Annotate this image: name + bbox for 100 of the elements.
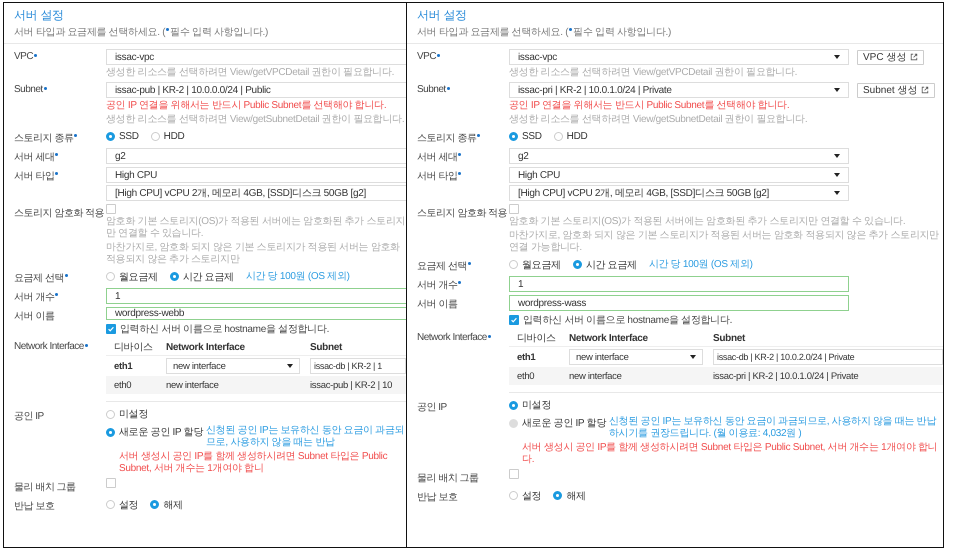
- field-label: 요금제 선택: [14, 272, 64, 285]
- field-label: 스토리지 암호화 적용: [14, 207, 104, 220]
- dropdown[interactable]: g2: [509, 148, 849, 164]
- price-note: 시간 당 100원 (OS 제외): [648, 258, 753, 270]
- warning-text: 서버 생성시 공인 IP를 함께 생성하시려면 Subnet 타입은 Public Subnet, 서버 개수는 1개여야 합니: [118, 451, 388, 475]
- create-button[interactable]: VPC 생성: [857, 50, 924, 64]
- field-label: Network Interface: [14, 341, 84, 352]
- radio-option[interactable]: 월요금제: [509, 258, 561, 272]
- radio-option[interactable]: SSD: [106, 131, 139, 142]
- dropdown[interactable]: High CPU: [106, 167, 406, 183]
- dropdown[interactable]: issac-db | KR-2 | 10.0.2.0/24 | Private: [713, 349, 943, 365]
- create-button[interactable]: Subnet 생성: [857, 82, 936, 98]
- dropdown[interactable]: [High CPU] vCPU 2개, 메모리 4GB, [SSD]디스크 50GB [g2]: [106, 185, 406, 201]
- caret-icon: [287, 364, 293, 368]
- field-label: VPC: [14, 51, 34, 62]
- table-cell-text: eth1: [114, 360, 134, 372]
- table-cell-text: eth1: [517, 352, 536, 362]
- radio-option[interactable]: 월요금제: [106, 270, 158, 284]
- section-title: 서버 설정: [14, 7, 65, 24]
- radio-option[interactable]: 설정: [509, 488, 542, 502]
- field-label: 서버 세대: [14, 151, 54, 164]
- subtitle-text: 서버 타입과 요금제를 선택하세요. (: [417, 26, 568, 39]
- warning-text: 서버 생성시 공인 IP를 함께 생성하시려면 Subnet 타입은 Public Subnet, 서버 개수는 1개여야 합니다.: [521, 442, 938, 466]
- field-label: 공인 IP: [14, 410, 44, 423]
- column-header: 디바이스: [114, 341, 154, 354]
- field-label: 물리 배치 그룹: [14, 481, 76, 494]
- radio-option[interactable]: SSD: [509, 131, 542, 142]
- caret-icon: [834, 55, 840, 59]
- checkbox-option[interactable]: 입력하신 서버 이름으로 hostname을 설정합니다.: [106, 322, 406, 336]
- field-label: Network Interface: [417, 332, 487, 343]
- radio-option[interactable]: 설정: [106, 498, 138, 512]
- required-mark-icon: [569, 28, 572, 31]
- hint-text: 생성한 리소스를 선택하려면 View/getSubnetDetail 권한이 필요합니다.: [509, 114, 808, 126]
- radio-option[interactable]: 시간 요금제: [170, 270, 234, 284]
- section-title: 서버 설정: [417, 7, 468, 24]
- caret-icon: [834, 88, 840, 92]
- external-link-icon: [921, 86, 930, 94]
- column-header: Network Interface: [166, 342, 246, 352]
- text-input[interactable]: 1: [509, 276, 849, 292]
- hint-text: 마찬가지로, 암호화 되지 않은 기본 스토리지가 적용된 서버는 암호화 적용되지 않은 추가 스토리지만 연결 가능합니다.: [509, 230, 940, 254]
- field-label: VPC: [417, 51, 436, 62]
- radio-option[interactable]: 해제: [553, 488, 586, 502]
- radio-option[interactable]: 시간 요금제: [572, 258, 637, 272]
- hint-text: 생성한 리소스를 선택하려면 View/getSubnetDetail 권한이 필요합니다.: [106, 114, 406, 126]
- field-label: Subnet: [417, 84, 446, 95]
- required-mark-icon: [166, 28, 170, 31]
- field-label: 서버 타입: [14, 170, 54, 183]
- dropdown[interactable]: issac-vpc: [509, 49, 849, 65]
- subtitle-text: 필수 입력 사항입니다.): [573, 26, 671, 39]
- radio-option[interactable]: 미설정: [106, 407, 148, 421]
- radio-option[interactable]: 해제: [150, 498, 183, 512]
- hint-text: 생성한 리소스를 선택하려면 View/getVPCDetail 권한이 필요합니다.: [509, 67, 798, 79]
- dropdown[interactable]: new interface: [166, 358, 300, 374]
- dropdown[interactable]: new interface: [569, 349, 703, 365]
- field-label: 서버 이름: [14, 310, 54, 323]
- dropdown[interactable]: issac-db | KR-2 | 1: [310, 358, 406, 374]
- table-cell-text: new interface: [569, 370, 623, 382]
- column-header: 디바이스: [517, 332, 557, 345]
- dropdown[interactable]: g2: [106, 148, 406, 164]
- caret-icon: [690, 355, 696, 359]
- warning-text: 공인 IP 연결을 위해서는 반드시 Public Subnet를 선택해야 합니다.: [509, 100, 790, 112]
- info-text: 신청된 공인 IP는 보유하신 동안 요금이 과금되므로, 사용하지 않을 때는 반납하시기를 권장드립니다. (월 이용료: 4,032원 ): [609, 416, 938, 440]
- radio-option[interactable]: HDD: [554, 131, 588, 142]
- checkbox[interactable]: [509, 204, 519, 214]
- table-cell-text: issac-pri | KR-2 | 10.0.1.0/24 | Private: [713, 370, 860, 382]
- field-label: 서버 이름: [417, 298, 458, 311]
- field-label: 요금제 선택: [417, 260, 467, 273]
- field-label: 물리 배치 그룹: [417, 472, 479, 485]
- external-link-icon: [910, 53, 918, 61]
- dropdown[interactable]: issac-pub | KR-2 | 10.0.0.0/24 | Public: [106, 82, 406, 98]
- table-cell-text: issac-pub | KR-2 | 10: [310, 380, 394, 390]
- checkbox[interactable]: [509, 469, 519, 479]
- radio-option[interactable]: HDD: [150, 131, 184, 142]
- text-input[interactable]: 1: [106, 288, 406, 304]
- text-input[interactable]: wordpress-webb: [106, 307, 406, 320]
- warning-text: 공인 IP 연결을 위해서는 반드시 Public Subnet를 선택해야 합니다.: [106, 100, 388, 112]
- field-label: 스토리지 종류: [14, 132, 74, 145]
- field-label: Subnet: [14, 84, 43, 95]
- table-cell-text: eth0: [114, 380, 132, 390]
- checkbox-option[interactable]: 입력하신 서버 이름으로 hostname을 설정합니다.: [509, 313, 943, 327]
- column-header: Subnet: [713, 332, 746, 344]
- field-label: 반납 보호: [14, 500, 54, 513]
- field-label: 공인 IP: [417, 401, 447, 414]
- text-input[interactable]: wordpress-wass: [509, 295, 849, 311]
- subtitle-text: 필수 입력 사항입니다.): [170, 26, 268, 39]
- field-label: 스토리지 종류: [417, 132, 476, 145]
- radio-option[interactable]: 미설정: [509, 398, 552, 412]
- caret-icon: [834, 173, 840, 177]
- hint-text: 암호화 기본 스토리지(OS)가 적용된 서버에는 암호화된 추가 스토리지만 연결할 수 있습니다.: [106, 216, 406, 240]
- dropdown[interactable]: issac-vpc: [106, 49, 406, 65]
- column-header: Subnet: [310, 342, 344, 352]
- price-note: 시간 당 100원 (OS 제외): [246, 270, 350, 282]
- dropdown[interactable]: issac-pri | KR-2 | 10.0.1.0/24 | Private: [509, 82, 849, 98]
- field-label: 반납 보호: [417, 491, 458, 504]
- checkbox[interactable]: [106, 478, 116, 488]
- checkbox[interactable]: [106, 204, 116, 214]
- dropdown[interactable]: [High CPU] vCPU 2개, 메모리 4GB, [SSD]디스크 50GB [g2]: [509, 185, 849, 201]
- radio-option[interactable]: 새로운 공인 IP 할당: [106, 425, 204, 439]
- table-cell-text: eth0: [517, 370, 536, 382]
- dropdown[interactable]: High CPU: [509, 167, 849, 183]
